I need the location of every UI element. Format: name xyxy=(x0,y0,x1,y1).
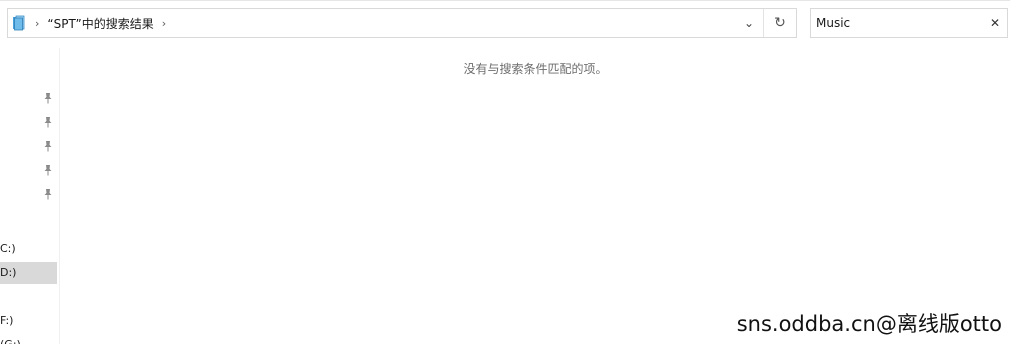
navigation-pane[interactable]: C:) D:) F:) (G:) xyxy=(0,48,60,344)
breadcrumb-separator[interactable]: › xyxy=(35,17,39,30)
nav-item-drive-d[interactable]: D:) xyxy=(0,262,57,284)
nav-item-drive-f[interactable]: F:) xyxy=(0,310,57,332)
breadcrumb-search-results[interactable]: “SPT”中的搜索结果 xyxy=(47,13,153,34)
pin-icon[interactable] xyxy=(42,92,54,104)
pin-icon[interactable] xyxy=(42,140,54,152)
watermark-text: sns.oddba.cn@离线版otto xyxy=(736,312,1002,336)
nav-item-drive-c[interactable]: C:) xyxy=(0,238,57,260)
search-box[interactable]: ✕ xyxy=(810,8,1008,38)
breadcrumb-separator-end[interactable]: › xyxy=(162,17,166,30)
address-bar[interactable]: › “SPT”中的搜索结果 › ⌄ ↻ xyxy=(7,8,797,38)
search-input[interactable] xyxy=(811,11,983,35)
pin-icon[interactable] xyxy=(42,188,54,200)
file-explorer-window: › “SPT”中的搜索结果 › ⌄ ↻ ✕ C:) D:) F:) (G:) xyxy=(0,0,1010,344)
chevron-down-icon[interactable]: ⌄ xyxy=(735,9,763,37)
pin-icon[interactable] xyxy=(42,116,54,128)
close-icon[interactable]: ✕ xyxy=(983,11,1007,35)
pin-icon[interactable] xyxy=(42,164,54,176)
empty-results-message: 没有与搜索条件匹配的项。 xyxy=(463,62,608,76)
library-folder-icon[interactable] xyxy=(11,15,27,31)
window-top-border xyxy=(0,0,1010,1)
nav-item-drive-g[interactable]: (G:) xyxy=(0,334,57,344)
refresh-icon[interactable]: ↻ xyxy=(763,9,796,37)
